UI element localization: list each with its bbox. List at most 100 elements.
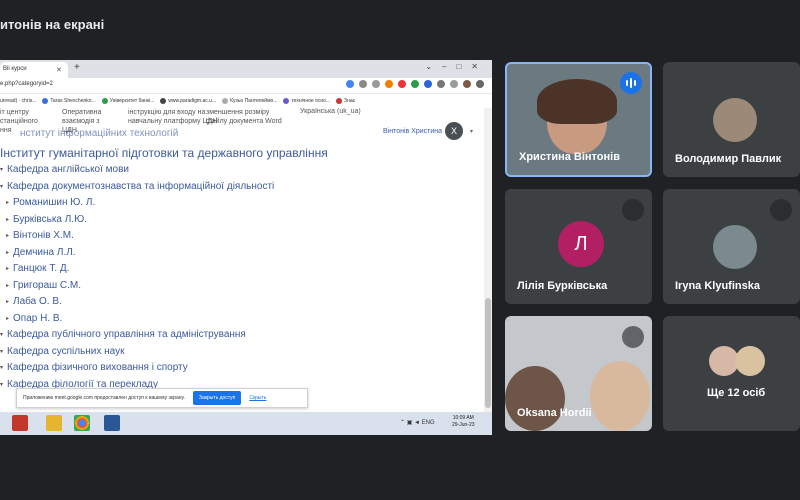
star-icon[interactable] <box>372 80 380 88</box>
participant-tile-volodymyr[interactable]: Володимир Павлик <box>663 62 800 177</box>
department-category-item[interactable]: ▾ Кафедра публічного управління та адміні… <box>0 329 246 340</box>
category-label[interactable]: Кафедра фізичного виховання і спорту <box>7 362 188 373</box>
participant-video <box>537 79 617 124</box>
teacher-category-item[interactable]: ▸ Григораш С.М. <box>6 280 81 291</box>
expand-triangle-icon[interactable]: ▸ <box>6 199 9 206</box>
address-bar[interactable]: e.php?categoryid=2 <box>0 78 492 94</box>
browser-tab[interactable]: Віі курси ✕ <box>0 62 68 78</box>
expand-triangle-icon[interactable]: ▾ <box>0 331 3 338</box>
department-category-item[interactable]: ▾ Кафедра фізичного виховання і спорту <box>0 362 188 373</box>
user-avatar[interactable]: Х <box>445 122 463 140</box>
participant-tile-oksana[interactable]: Oksana Hordii <box>505 316 652 431</box>
expand-triangle-icon[interactable]: ▾ <box>0 381 3 388</box>
system-tray[interactable]: ⌃ ▣ ◄ ENG <box>400 419 435 426</box>
participant-name: Христина Вінтонів <box>519 151 620 163</box>
bookmark-icon <box>101 98 108 104</box>
avatar: Л <box>558 221 604 267</box>
teacher-category-item[interactable]: ▸ Демчина Л.Л. <box>6 247 76 258</box>
bookmark-item[interactable]: www.paradigm.ac.u... <box>160 98 216 104</box>
overlap-text: інструкцію для входу на навчальну платфо… <box>128 109 218 125</box>
category-label[interactable]: Кафедра документознавства та інформаційн… <box>7 181 274 192</box>
bookmark-item[interactable]: Taras Shevchenko... <box>42 98 96 104</box>
bookmark-icon <box>336 98 343 104</box>
app-icon[interactable] <box>12 415 28 431</box>
hide-notification-link[interactable]: Скрыть <box>249 395 266 401</box>
teacher-category-item[interactable]: ▸ Вінтонів Х.М. <box>6 230 74 241</box>
language-selector[interactable]: Українська (uk_ua) <box>300 108 361 115</box>
category-label[interactable]: Опар Н. В. <box>13 313 62 324</box>
expand-triangle-icon[interactable]: ▾ <box>0 166 3 173</box>
participant-name: Лілія Бурківська <box>517 280 608 292</box>
category-label[interactable]: Кафедра суспільних наук <box>7 346 125 357</box>
google-icon[interactable] <box>346 80 354 88</box>
teacher-category-item[interactable]: ▸ Опар Н. В. <box>6 313 62 324</box>
extension-icon[interactable] <box>424 80 432 88</box>
bookmark-item[interactable]: Університет банкі... <box>101 98 154 104</box>
expand-triangle-icon[interactable]: ▾ <box>0 183 3 190</box>
participant-tile-khrystyna[interactable]: Христина Вінтонів <box>505 62 652 177</box>
expand-triangle-icon[interactable]: ▸ <box>6 298 9 305</box>
scrollbar[interactable] <box>484 108 492 435</box>
chrome-icon[interactable] <box>74 415 90 431</box>
expand-triangle-icon[interactable]: ▸ <box>6 232 9 239</box>
bookmark-item[interactable]: unread) · chris... <box>0 98 36 104</box>
department-category-item[interactable]: ▾ Кафедра документознавства та інформацій… <box>0 181 274 192</box>
extension-icon[interactable] <box>398 80 406 88</box>
taskbar: ⌃ ▣ ◄ ENG 10:09 AM 29-Jun-23 <box>0 412 492 435</box>
window-controls[interactable]: ⌄–□✕ <box>425 62 488 71</box>
chevron-down-icon[interactable]: ▾ <box>470 128 473 135</box>
shared-screen: Віі курси ✕ + ⌄–□✕ e.php?categoryid=2 un… <box>0 60 492 435</box>
bookmark-item[interactable]: Кузьо Пантелеймо... <box>222 98 277 104</box>
category-label[interactable]: Вінтонів Х.М. <box>13 230 74 241</box>
user-name[interactable]: Вінтонів Христина <box>383 128 442 135</box>
institute-heading[interactable]: Інститут гуманітарної підготовки та держ… <box>0 146 328 160</box>
expand-triangle-icon[interactable]: ▸ <box>6 249 9 256</box>
department-category-item[interactable]: ▾ Кафедра англійської мови <box>0 164 129 175</box>
new-tab-icon[interactable]: + <box>74 62 80 73</box>
category-label[interactable]: Григораш С.М. <box>13 280 81 291</box>
participant-tile-liliia[interactable]: Л Лілія Бурківська <box>505 189 652 304</box>
participant-tile-iryna[interactable]: Iryna Klyufinska <box>663 189 800 304</box>
expand-triangle-icon[interactable]: ▾ <box>0 364 3 371</box>
avatar <box>735 346 765 376</box>
folder-icon[interactable] <box>46 415 62 431</box>
expand-triangle-icon[interactable]: ▸ <box>6 216 9 223</box>
overlap-text: зменшення розміру файлу документа Word <box>206 109 282 125</box>
bookmark-item[interactable]: Знає <box>336 98 355 104</box>
extension-icon[interactable] <box>411 80 419 88</box>
teacher-category-item[interactable]: ▸ Бурківська Л.Ю. <box>6 214 87 225</box>
share-icon[interactable] <box>359 80 367 88</box>
faded-heading[interactable]: нститут інформаційних технологій <box>20 128 178 139</box>
department-category-item[interactable]: ▾ Кафедра суспільних наук <box>0 346 125 357</box>
close-tab-icon[interactable]: ✕ <box>56 66 62 74</box>
category-label[interactable]: Романишин Ю. Л. <box>13 197 95 208</box>
category-label[interactable]: Лаба О. В. <box>13 296 62 307</box>
word-icon[interactable] <box>104 415 120 431</box>
category-label[interactable]: Бурківська Л.Ю. <box>13 214 87 225</box>
teacher-category-item[interactable]: ▸ Ганцюк Т. Д. <box>6 263 69 274</box>
teacher-category-item[interactable]: ▸ Романишин Ю. Л. <box>6 197 95 208</box>
sidebar-icon[interactable] <box>450 80 458 88</box>
expand-triangle-icon[interactable]: ▸ <box>6 265 9 272</box>
menu-icon[interactable] <box>476 80 484 88</box>
category-label[interactable]: Демчина Л.Л. <box>13 247 76 258</box>
bookmark-item[interactable]: технічное осно... <box>283 98 330 104</box>
flag-icon <box>42 98 49 104</box>
mic-off-icon <box>622 326 644 348</box>
expand-triangle-icon[interactable]: ▸ <box>6 282 9 289</box>
category-label[interactable]: Кафедра публічного управління та адмініс… <box>7 329 246 340</box>
extension-icon[interactable] <box>385 80 393 88</box>
expand-triangle-icon[interactable]: ▾ <box>0 348 3 355</box>
more-participants-tile[interactable]: Ще 12 осіб <box>663 316 800 431</box>
stop-sharing-button[interactable]: Закрыть доступ <box>192 391 242 405</box>
puzzle-icon[interactable] <box>437 80 445 88</box>
expand-triangle-icon[interactable]: ▸ <box>6 315 9 322</box>
category-label[interactable]: Ганцюк Т. Д. <box>13 263 69 274</box>
meeting-header: итонів на екрані <box>0 0 800 48</box>
avatar <box>713 98 757 142</box>
teacher-category-item[interactable]: ▸ Лаба О. В. <box>6 296 62 307</box>
category-label[interactable]: Кафедра англійської мови <box>7 164 129 175</box>
profile-icon[interactable] <box>463 80 471 88</box>
clock[interactable]: 10:09 AM 29-Jun-23 <box>452 415 475 429</box>
scroll-thumb[interactable] <box>485 298 491 408</box>
